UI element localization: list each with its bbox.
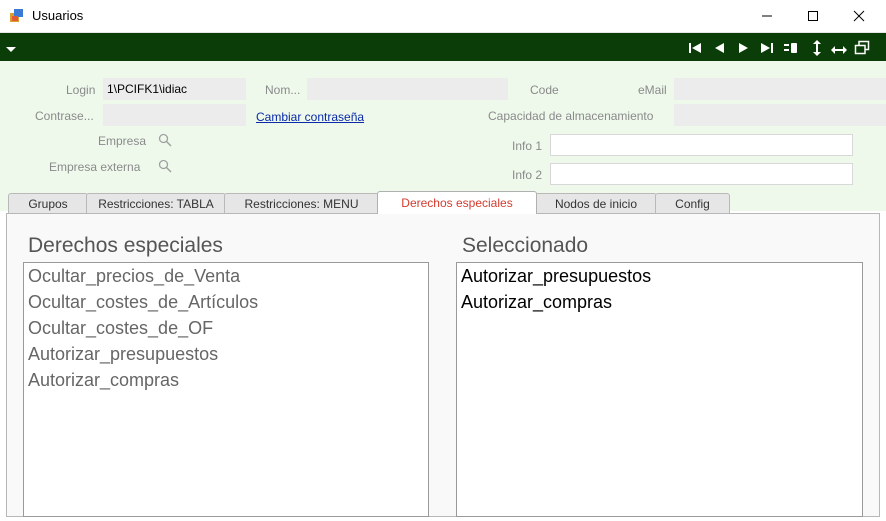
login-field[interactable]: 1\PCIFK1\idiac	[103, 78, 246, 100]
password-field[interactable]	[103, 104, 246, 126]
resize-horizontal-icon[interactable]	[831, 40, 847, 56]
list-item[interactable]: Ocultar_costes_de_OF	[24, 315, 428, 341]
storage-capacity-label: Capacidad de almacenamiento	[488, 109, 654, 123]
available-rights-list[interactable]: Ocultar_precios_de_Venta Ocultar_costes_…	[23, 262, 429, 517]
tab-restricciones-tabla[interactable]: Restricciones: TABLA	[86, 193, 226, 213]
info1-field[interactable]	[550, 134, 853, 156]
code-field[interactable]	[563, 78, 638, 100]
tab-grupos[interactable]: Grupos	[8, 193, 88, 213]
minimize-icon	[762, 15, 772, 17]
maximize-button[interactable]	[790, 0, 836, 32]
last-record-icon[interactable]	[759, 40, 775, 56]
list-item[interactable]: Ocultar_precios_de_Venta	[24, 263, 428, 289]
available-rights-title: Derechos especiales	[28, 234, 223, 257]
empresa-label: Empresa	[98, 134, 147, 148]
list-item[interactable]: Autorizar_presupuestos	[24, 341, 428, 367]
tab-restricciones-menu[interactable]: Restricciones: MENU	[224, 193, 379, 213]
info2-label: Info 2	[512, 168, 543, 182]
storage-capacity-field[interactable]	[674, 104, 886, 126]
email-label: eMail	[638, 83, 667, 97]
list-item[interactable]: Autorizar_presupuestos	[457, 263, 862, 289]
magnifier-icon[interactable]	[158, 133, 172, 147]
info2-field[interactable]	[550, 163, 853, 185]
navigation-toolbar	[0, 33, 886, 61]
list-item[interactable]: Autorizar_compras	[457, 289, 862, 315]
list-item[interactable]: Ocultar_costes_de_Artículos	[24, 289, 428, 315]
password-label: Contrase...	[35, 109, 94, 123]
maximize-icon	[808, 11, 818, 21]
tab-strip: Grupos Restricciones: TABLA Restriccione…	[0, 191, 886, 214]
chevron-down-icon[interactable]	[6, 47, 16, 53]
empresa-externa-label: Empresa externa	[49, 160, 141, 174]
app-icon	[10, 9, 23, 22]
login-label: Login	[66, 83, 96, 97]
change-password-link[interactable]: Cambiar contraseña	[256, 110, 364, 124]
selected-rights-title: Seleccionado	[462, 234, 589, 257]
list-item[interactable]: Autorizar_compras	[24, 367, 428, 393]
toggle-view-icon[interactable]	[783, 40, 799, 56]
restore-window-icon[interactable]	[854, 40, 870, 56]
selected-rights-list[interactable]: Autorizar_presupuestos Autorizar_compras	[456, 262, 863, 517]
close-icon	[853, 10, 865, 22]
tab-config[interactable]: Config	[655, 193, 730, 213]
magnifier-icon[interactable]	[158, 159, 172, 173]
nom-field[interactable]	[307, 78, 508, 100]
tab-derechos-especiales[interactable]: Derechos especiales	[377, 191, 537, 214]
minimize-button[interactable]	[744, 0, 790, 32]
tab-nodos-de-inicio[interactable]: Nodos de inicio	[535, 193, 657, 213]
code-label: Code	[530, 83, 559, 97]
nom-label: Nom...	[265, 83, 301, 97]
close-button[interactable]	[836, 0, 882, 32]
next-record-icon[interactable]	[735, 40, 751, 56]
email-field[interactable]	[674, 78, 886, 100]
first-record-icon[interactable]	[687, 40, 703, 56]
info1-label: Info 1	[512, 139, 543, 153]
resize-vertical-icon[interactable]	[809, 40, 825, 56]
title-bar: Usuarios	[0, 0, 886, 33]
window-title: Usuarios	[32, 8, 84, 23]
previous-record-icon[interactable]	[711, 40, 727, 56]
